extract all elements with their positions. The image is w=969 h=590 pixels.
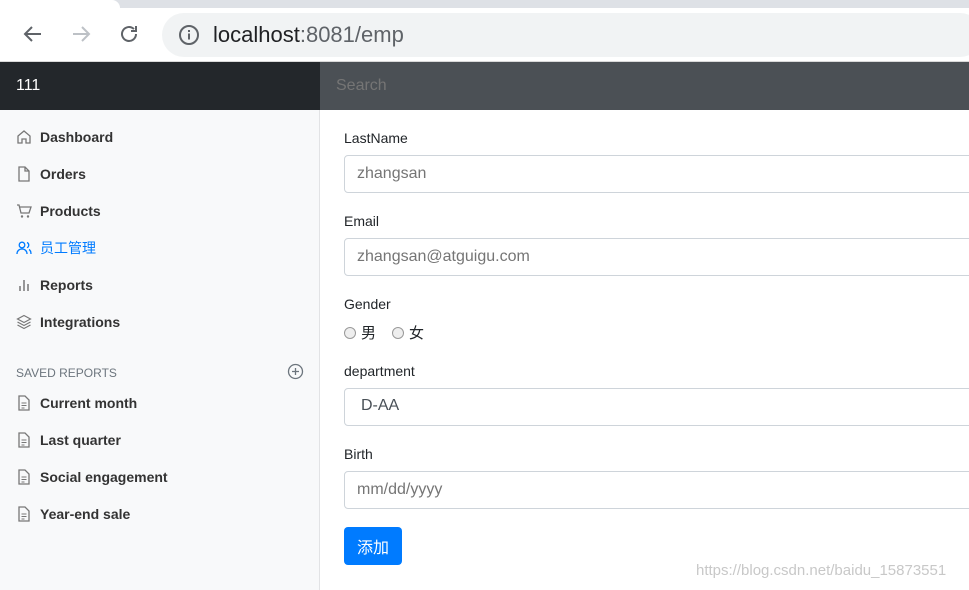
sidebar-item-label: Social engagement	[40, 469, 168, 485]
birth-input[interactable]	[344, 471, 969, 509]
browser-toolbar: localhost:8081/emp	[0, 8, 969, 62]
email-input[interactable]	[344, 238, 969, 276]
add-button[interactable]: 添加	[344, 527, 402, 565]
arrow-left-icon	[23, 26, 41, 42]
lastname-input[interactable]	[344, 155, 969, 193]
reload-icon	[121, 26, 137, 42]
gender-male-label: 男	[361, 325, 377, 342]
info-icon[interactable]	[178, 24, 200, 46]
file-text-icon	[16, 469, 32, 485]
layers-icon	[16, 314, 32, 330]
gender-male-radio[interactable]	[344, 326, 356, 339]
sidebar-item-products[interactable]: Products	[16, 199, 101, 223]
gender-label: Gender	[344, 296, 391, 312]
sidebar-item-label: 员工管理	[40, 240, 96, 256]
file-text-icon	[16, 395, 32, 411]
sidebar-item-employees[interactable]: 员工管理	[16, 236, 96, 260]
brand[interactable]: 111	[0, 62, 320, 110]
sidebar-item-integrations[interactable]: Integrations	[16, 310, 120, 334]
sidebar-item-label: Current month	[40, 395, 138, 411]
file-text-icon	[16, 432, 32, 448]
sidebar-item-last-quarter[interactable]: Last quarter	[16, 428, 121, 452]
top-navbar: 111	[0, 62, 969, 110]
users-icon	[16, 240, 32, 256]
file-icon	[16, 166, 32, 182]
address-bar[interactable]: localhost:8081/emp	[162, 13, 969, 57]
url-host: localhost	[213, 22, 300, 47]
arrow-right-icon	[73, 26, 91, 42]
employee-form: LastName Email Gender 男 女 department D-A…	[320, 110, 969, 590]
bar-chart-icon	[16, 277, 32, 293]
department-label: department	[344, 363, 415, 379]
url-path: :8081/emp	[299, 22, 404, 47]
sidebar: Dashboard Orders Products 员工管理 Reports I…	[0, 110, 320, 590]
sidebar-item-social-engagement[interactable]: Social engagement	[16, 465, 168, 489]
browser-tabstrip	[0, 0, 969, 8]
cart-icon	[16, 203, 32, 219]
email-label: Email	[344, 213, 380, 229]
department-select[interactable]: D-AA	[344, 388, 969, 426]
home-icon	[16, 129, 32, 145]
watermark: https://blog.csdn.net/baidu_15873551	[696, 562, 947, 579]
browser-tab[interactable]	[0, 0, 120, 8]
birth-label: Birth	[344, 446, 373, 462]
sidebar-item-label: Dashboard	[40, 129, 114, 145]
sidebar-item-label: Year-end sale	[40, 506, 131, 522]
sidebar-item-label: Last quarter	[40, 432, 121, 448]
sidebar-item-label: Products	[40, 203, 101, 219]
gender-female-radio[interactable]	[392, 326, 405, 339]
lastname-label: LastName	[344, 130, 408, 146]
add-report-icon[interactable]	[287, 363, 304, 380]
sidebar-item-label: Integrations	[40, 314, 121, 330]
sidebar-item-orders[interactable]: Orders	[16, 162, 86, 186]
saved-reports-heading: SAVED REPORTS	[16, 366, 117, 380]
sidebar-item-label: Reports	[40, 277, 93, 293]
sidebar-item-dashboard[interactable]: Dashboard	[16, 125, 113, 149]
gender-female-label: 女	[409, 325, 425, 342]
search-input[interactable]	[320, 62, 969, 110]
sidebar-item-reports[interactable]: Reports	[16, 273, 93, 297]
url-text: localhost:8081/emp	[213, 22, 404, 48]
sidebar-item-current-month[interactable]: Current month	[16, 391, 137, 415]
gender-radio-group: 男 女	[344, 322, 440, 343]
reload-button[interactable]	[116, 21, 142, 47]
sidebar-item-label: Orders	[40, 166, 86, 182]
file-text-icon	[16, 506, 32, 522]
sidebar-item-year-end-sale[interactable]: Year-end sale	[16, 502, 130, 526]
forward-button[interactable]	[68, 21, 94, 47]
back-button[interactable]	[20, 21, 46, 47]
